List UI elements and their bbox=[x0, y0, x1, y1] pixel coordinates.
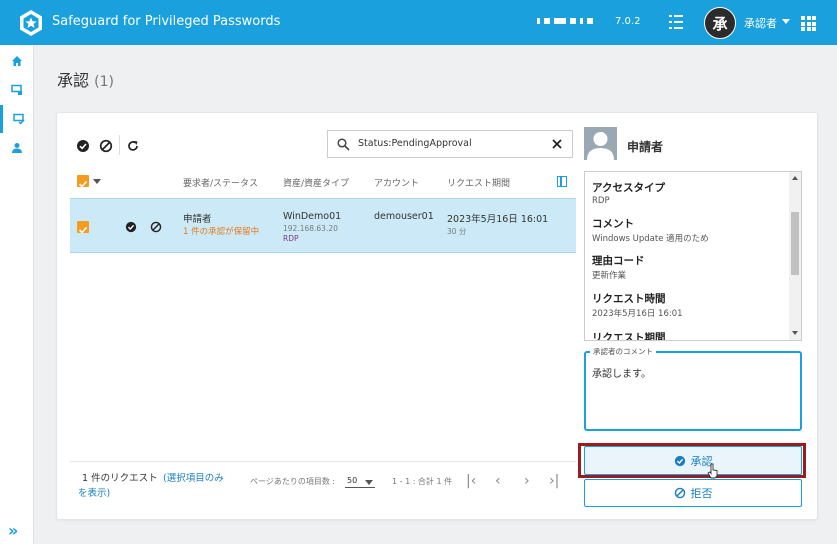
hand-cursor-icon bbox=[707, 463, 718, 479]
page-title-count: (1) bbox=[94, 74, 114, 90]
nav-home[interactable] bbox=[0, 47, 34, 75]
user-avatar[interactable]: 承 bbox=[704, 7, 736, 39]
highlight-box bbox=[578, 443, 806, 478]
check-icon bbox=[78, 226, 88, 234]
request-time: 2023年5月16日 16:01 bbox=[447, 214, 549, 225]
last-page-icon[interactable]: ›| bbox=[549, 473, 559, 489]
ban-icon bbox=[674, 487, 685, 499]
page-title: 承認 (1) bbox=[57, 71, 114, 90]
detail-label-reason: 理由コード bbox=[592, 255, 645, 267]
task-list-icon[interactable] bbox=[668, 13, 684, 31]
request-duration: 30 分 bbox=[447, 227, 467, 236]
app-grid-icon[interactable] bbox=[801, 16, 816, 31]
search-input[interactable]: Status:PendingApproval bbox=[327, 130, 573, 158]
toolbar-divider bbox=[119, 135, 120, 155]
deny-button-label: 拒否 bbox=[690, 487, 713, 500]
first-page-icon[interactable]: |‹ bbox=[466, 473, 476, 489]
column-header-requester[interactable]: 要求者/ステータス bbox=[183, 176, 258, 189]
asset-type: RDP bbox=[283, 234, 299, 243]
version-label: 7.0.2 bbox=[615, 16, 641, 27]
approver-comment-text[interactable]: 承認します。 bbox=[592, 365, 651, 380]
person-icon bbox=[12, 143, 22, 153]
account-name: demouser01 bbox=[374, 211, 434, 222]
previous-page-icon[interactable]: ‹ bbox=[495, 473, 501, 489]
detail-value-access-type: RDP bbox=[592, 196, 610, 206]
show-selected-link-line2[interactable]: を表示) bbox=[78, 485, 110, 499]
detail-value-comment: Windows Update 適用のため bbox=[592, 234, 709, 244]
column-chooser-icon[interactable] bbox=[557, 176, 567, 187]
deny-button[interactable]: 拒否 bbox=[584, 479, 802, 507]
footer-divider bbox=[70, 461, 576, 462]
nav-approvals[interactable] bbox=[0, 105, 34, 133]
asset-name: WinDemo01 bbox=[283, 211, 342, 222]
scroll-thumb[interactable] bbox=[791, 212, 799, 275]
scroll-down-icon[interactable] bbox=[792, 331, 798, 335]
row-checkbox[interactable] bbox=[77, 221, 89, 234]
asset-ip: 192.168.63.20 bbox=[283, 224, 338, 233]
requester-avatar bbox=[584, 127, 617, 160]
pending-status: 1 件の承認が保留中 bbox=[183, 227, 260, 237]
column-header-request-period[interactable]: リクエスト期間 bbox=[447, 176, 510, 189]
per-page-caret-icon[interactable] bbox=[365, 480, 373, 485]
check-icon bbox=[78, 180, 88, 188]
request-icon bbox=[11, 84, 22, 95]
show-selected-link[interactable]: (選択項目のみ bbox=[163, 470, 224, 484]
next-page-icon[interactable]: › bbox=[524, 473, 530, 489]
row-approve-icon[interactable] bbox=[125, 221, 137, 233]
user-silhouette-icon bbox=[587, 132, 614, 160]
request-count: 1 件のリクエスト bbox=[82, 473, 158, 484]
detail-scrollbar[interactable] bbox=[789, 172, 801, 340]
approval-icon bbox=[12, 113, 25, 125]
select-menu-caret-icon[interactable] bbox=[93, 179, 101, 184]
deny-selected-icon[interactable] bbox=[99, 139, 113, 153]
requester-detail-name: 申請者 bbox=[627, 140, 664, 154]
top-bar: Safeguard for Privileged Passwords 7.0.2… bbox=[0, 0, 837, 45]
approver-comment-field[interactable] bbox=[584, 351, 802, 431]
detail-label-request-time: リクエスト時間 bbox=[592, 293, 666, 305]
column-header-account[interactable]: アカウント bbox=[374, 176, 419, 189]
nav-review[interactable] bbox=[0, 134, 34, 162]
detail-value-reason: 更新作業 bbox=[592, 271, 627, 281]
home-icon bbox=[12, 56, 22, 66]
scroll-up-icon[interactable] bbox=[792, 176, 798, 180]
search-value: Status:PendingApproval bbox=[358, 138, 472, 149]
per-page-value: 50 bbox=[347, 476, 358, 485]
expand-nav-icon[interactable]: » bbox=[8, 521, 18, 540]
column-header-asset[interactable]: 資産/資産タイプ bbox=[283, 176, 349, 189]
left-navigation: » bbox=[0, 45, 34, 544]
safeguard-logo-icon[interactable] bbox=[17, 9, 45, 37]
refresh-icon[interactable] bbox=[126, 139, 140, 153]
pagination-range: 1 - 1 : 合計 1 件 bbox=[392, 477, 453, 486]
detail-label-comment: コメント bbox=[592, 218, 634, 230]
nav-access-requests[interactable] bbox=[0, 76, 34, 104]
app-title: Safeguard for Privileged Passwords bbox=[52, 14, 281, 29]
clear-search-icon[interactable] bbox=[552, 139, 562, 149]
select-all-checkbox[interactable] bbox=[77, 175, 89, 188]
search-icon bbox=[337, 138, 350, 151]
requester-name: 申請者 bbox=[183, 214, 212, 225]
approver-comment-label: 承認者のコメント bbox=[590, 346, 656, 357]
user-menu-label[interactable]: 承認者 bbox=[744, 15, 777, 31]
approve-selected-icon[interactable] bbox=[76, 139, 90, 153]
detail-label-access-type: アクセスタイプ bbox=[592, 182, 665, 194]
detail-label-request-period: リクエスト期間 bbox=[592, 332, 666, 341]
user-menu-caret-icon[interactable] bbox=[782, 19, 790, 24]
detail-value-request-time: 2023年5月16日 16:01 bbox=[592, 309, 683, 319]
per-page-label: ページあたりの項目数 : bbox=[250, 477, 336, 486]
request-detail-list[interactable]: アクセスタイプ RDP コメント Windows Update 適用のため 理由… bbox=[584, 171, 802, 341]
row-deny-icon[interactable] bbox=[150, 221, 162, 233]
status-indicator-icon bbox=[537, 18, 593, 24]
